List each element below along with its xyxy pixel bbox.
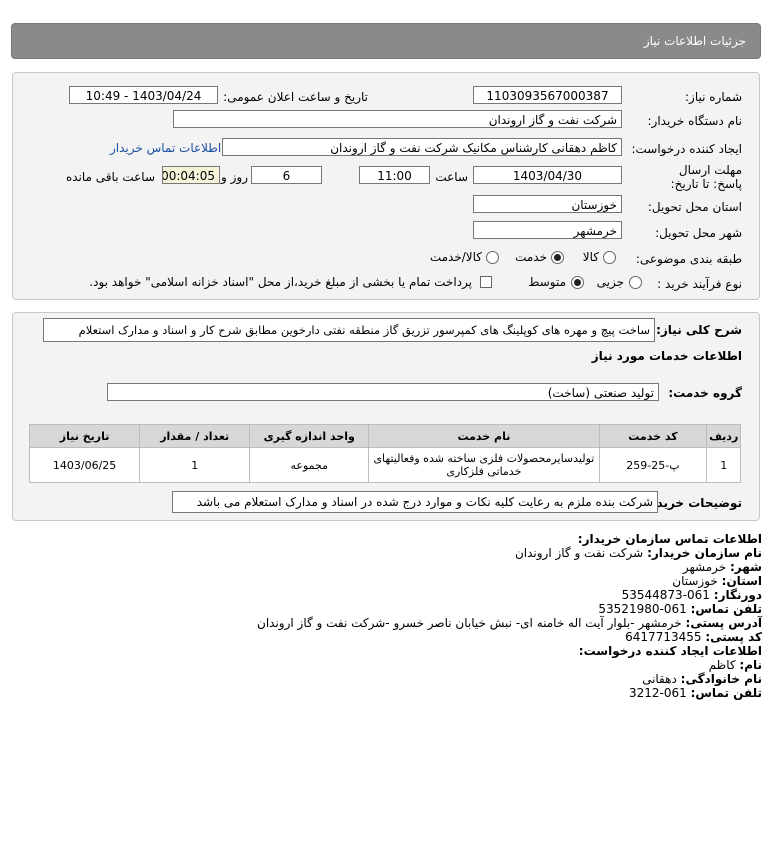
- process-minor-label: جزیی: [596, 275, 624, 289]
- services-table: ردیف کد خدمت نام خدمت واحد اندازه گیری ت…: [28, 424, 741, 483]
- category-goods-label: کالا: [582, 250, 599, 264]
- category-goods-service-radio[interactable]: [486, 251, 499, 264]
- deadline-label: مهلت ارسال پاسخ: تا تاریخ:: [670, 163, 742, 191]
- city-label: شهر محل تحویل:: [655, 226, 742, 240]
- contact-phone-label: تلفن تماس:: [690, 602, 762, 616]
- contact-fax-label: دورنگار:: [713, 588, 762, 602]
- creator-family-value: دهقانی: [642, 672, 677, 686]
- contact-title: اطلاعات تماس سازمان خریدار:: [577, 532, 762, 546]
- category-service-label: خدمت: [515, 250, 547, 264]
- contact-city-label: شهر:: [730, 560, 762, 574]
- contact-org-label: نام سازمان خریدار:: [647, 546, 762, 560]
- buyer-contact-link[interactable]: اطلاعات تماس خریدار: [110, 141, 221, 155]
- announce-label: تاریخ و ساعت اعلان عمومی:: [223, 90, 368, 104]
- contact-province-value: خوزستان: [672, 574, 718, 588]
- contact-province-label: استان:: [721, 574, 762, 588]
- notes-field: شرکت بنده ملزم به رعایت کلیه نکات و موار…: [172, 491, 658, 513]
- section-title: اطلاعات خدمات مورد نیاز: [591, 349, 742, 363]
- contact-org-value: شرکت نفت و گاز اروندان: [514, 546, 644, 560]
- col-unit: واحد اندازه گیری: [249, 424, 370, 448]
- contact-phone-value: 061-53521980: [598, 602, 687, 616]
- remaining-time-field: 00:04:05: [162, 166, 220, 184]
- service-group-label: گروه خدمت:: [668, 386, 742, 400]
- cell-unit: مجموعه: [249, 447, 370, 483]
- col-date: تاریخ نیاز: [28, 424, 141, 448]
- creator-phone-value: 061-3212: [628, 686, 687, 700]
- process-minor-radio[interactable]: [629, 276, 642, 289]
- creator-name-value: کاظم: [708, 658, 736, 672]
- contact-city-value: خرمشهر: [682, 560, 727, 574]
- process-medium-label: متوسط: [528, 275, 566, 289]
- description-label: شرح کلی نیاز:: [656, 323, 742, 337]
- creator-phone-row: تلفن تماس: 061-3212: [629, 686, 762, 700]
- deadline-date-field: 1403/04/30: [473, 166, 622, 184]
- cell-code: پ-25-259: [598, 447, 708, 483]
- col-row: ردیف: [706, 424, 741, 448]
- col-code: کد خدمت: [598, 424, 708, 448]
- days-label: روز و: [221, 170, 248, 184]
- announce-datetime-field: 1403/04/24 - 10:49: [69, 86, 218, 104]
- process-medium-radio[interactable]: [571, 276, 584, 289]
- creator-phone-label: تلفن تماس:: [690, 686, 762, 700]
- cell-row: 1: [706, 447, 741, 483]
- contact-postal-label: کد پستی:: [705, 630, 762, 644]
- col-name: نام خدمت: [368, 424, 600, 448]
- treasury-payment-checkbox[interactable]: [480, 276, 492, 288]
- creator-family-label: نام خانوادگی:: [680, 672, 762, 686]
- cell-quantity: 1: [139, 447, 251, 483]
- table-row: 1 پ-25-259 تولیدسایرمحصولات فلزی ساخته ش…: [28, 447, 741, 483]
- buyer-org-label: نام دستگاه خریدار:: [647, 114, 743, 128]
- need-number-label: شماره نیاز:: [685, 90, 742, 104]
- contact-postal-row: کد پستی: 6417713455: [625, 630, 762, 644]
- treasury-payment-text: پرداخت تمام یا بخشی از مبلغ خرید،از محل …: [89, 275, 472, 289]
- page-title: جزئیات اطلاعات نیاز: [643, 34, 746, 48]
- deadline-time-label: ساعت: [435, 170, 468, 184]
- contact-phone-row: تلفن تماس: 061-53521980: [598, 602, 762, 616]
- creator-family-row: نام خانوادگی: دهقانی: [642, 672, 762, 686]
- category-label: طبقه بندی موضوعی:: [635, 252, 742, 266]
- category-goods-radio[interactable]: [603, 251, 616, 264]
- contact-province-row: استان: خوزستان: [672, 574, 762, 588]
- deadline-time-field: 11:00: [359, 166, 430, 184]
- contact-address-row: آدرس پستی: خرمشهر -بلوار آیت اله خامنه ا…: [257, 616, 762, 630]
- category-service-radio[interactable]: [551, 251, 564, 264]
- days-field: 6: [251, 166, 322, 184]
- description-field: ساخت پیچ و مهره های کوپلینگ های کمپرسور …: [43, 318, 655, 342]
- page-header: جزئیات اطلاعات نیاز: [12, 24, 760, 58]
- city-field: خرمشهر: [473, 221, 622, 239]
- remaining-label: ساعت باقی مانده: [65, 170, 155, 184]
- table-header-row: ردیف کد خدمت نام خدمت واحد اندازه گیری ت…: [28, 424, 741, 448]
- contact-address-label: آدرس پستی:: [685, 616, 762, 630]
- service-group-field: تولید صنعتی (ساخت): [107, 383, 659, 401]
- contact-city-row: شهر: خرمشهر: [683, 560, 762, 574]
- process-label: نوع فرآیند خرید :: [657, 277, 742, 291]
- contact-fax-row: دورنگار: 061-53544873: [622, 588, 762, 602]
- requester-label: ایجاد کننده درخواست:: [631, 142, 742, 156]
- col-quantity: تعداد / مقدار: [139, 424, 251, 448]
- requester-field: کاظم دهقانی کارشناس مکانیک شرکت نفت و گا…: [222, 138, 622, 156]
- creator-name-label: نام:: [739, 658, 762, 672]
- cell-date: 1403/06/25: [28, 447, 141, 483]
- creator-name-row: نام: کاظم: [709, 658, 762, 672]
- contact-postal-value: 6417713455: [625, 630, 702, 644]
- buyer-org-field: شرکت نفت و گاز اروندان: [173, 110, 622, 128]
- province-label: استان محل تحویل:: [647, 200, 742, 214]
- creator-title: اطلاعات ایجاد کننده درخواست:: [578, 644, 762, 658]
- service-panel: [12, 312, 760, 521]
- need-number-field: 1103093567000387: [473, 86, 622, 104]
- category-goods-service-label: کالا/خدمت: [429, 250, 482, 264]
- contact-address-value: خرمشهر -بلوار آیت اله خامنه ای- نبش خیاب…: [257, 616, 682, 630]
- contact-fax-value: 061-53544873: [621, 588, 710, 602]
- province-field: خوزستان: [473, 195, 622, 213]
- contact-org-row: نام سازمان خریدار: شرکت نفت و گاز اروندا…: [515, 546, 762, 560]
- cell-name: تولیدسایرمحصولات فلزی ساخته شده وفعالیته…: [368, 447, 600, 483]
